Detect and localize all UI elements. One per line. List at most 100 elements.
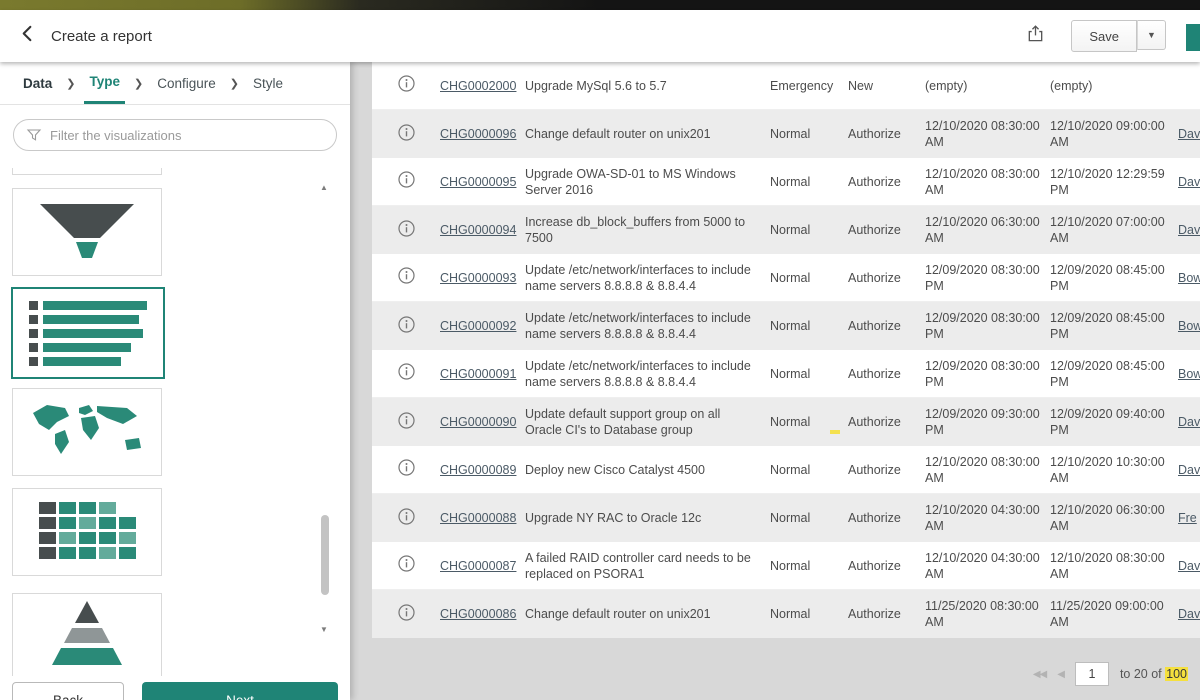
tab-data[interactable]: Data: [18, 62, 57, 104]
change-number-link[interactable]: CHG0002000: [440, 78, 525, 94]
tab-style[interactable]: Style: [248, 62, 288, 104]
planned-end-cell: 12/10/2020 12:29:59 PM: [1050, 166, 1178, 198]
row-info-button[interactable]: [398, 316, 415, 337]
row-info-button[interactable]: [398, 412, 415, 433]
chevron-down-icon: ▼: [1147, 30, 1156, 40]
table-row: CHG0000086 Change default router on unix…: [372, 590, 1200, 638]
info-circle-icon: [398, 604, 415, 625]
wizard-footer: Back Next: [0, 676, 350, 700]
row-info-button[interactable]: [398, 171, 415, 192]
export-icon: [1026, 24, 1045, 48]
visualization-filter: [13, 119, 337, 151]
row-info-button[interactable]: [398, 555, 415, 576]
scrollbar-thumb[interactable]: [321, 515, 329, 595]
assignee-link[interactable]: Dav: [1178, 462, 1200, 478]
change-number-link[interactable]: CHG0000095: [440, 174, 525, 190]
cut-off-action-button[interactable]: [1186, 24, 1200, 51]
short-description-cell: Upgrade MySql 5.6 to 5.7: [525, 78, 770, 94]
planned-end-cell: 11/25/2020 09:00:00 AM: [1050, 598, 1178, 630]
row-info-button[interactable]: [398, 604, 415, 625]
assignee-link[interactable]: Dav: [1178, 174, 1200, 190]
viz-thumb-funnel[interactable]: [12, 188, 162, 276]
change-number-link[interactable]: CHG0000089: [440, 462, 525, 478]
change-number-link[interactable]: CHG0000090: [440, 414, 525, 430]
table-row: CHG0000094 Increase db_block_buffers fro…: [372, 206, 1200, 254]
share-button[interactable]: [1026, 24, 1045, 48]
tab-type[interactable]: Type: [84, 62, 125, 104]
row-info-button[interactable]: [398, 459, 415, 480]
assignee-link[interactable]: Dav: [1178, 414, 1200, 430]
priority-cell: Emergency: [770, 78, 848, 94]
viz-thumb-bar-list[interactable]: [11, 287, 165, 379]
viz-thumb-world-map[interactable]: [12, 388, 162, 476]
row-info-button[interactable]: [398, 508, 415, 529]
state-cell: Authorize: [848, 414, 925, 430]
viz-thumb-pyramid[interactable]: [12, 593, 162, 676]
pagination-range-label: to 20 of: [1120, 667, 1162, 681]
assignee-link[interactable]: Bow: [1178, 270, 1200, 286]
short-description-cell: Update /etc/network/interfaces to includ…: [525, 310, 770, 342]
assignee-link[interactable]: Dav: [1178, 222, 1200, 238]
viz-thumb-partial[interactable]: [12, 168, 162, 175]
change-number-link[interactable]: CHG0000091: [440, 366, 525, 382]
state-cell: Authorize: [848, 606, 925, 622]
short-description-cell: Update /etc/network/interfaces to includ…: [525, 358, 770, 390]
assignee-link[interactable]: Bow: [1178, 366, 1200, 382]
assignee-link[interactable]: Dav: [1178, 126, 1200, 142]
change-number-link[interactable]: CHG0000092: [440, 318, 525, 334]
row-info-button[interactable]: [398, 75, 415, 96]
chevron-right-icon: ❯: [230, 77, 239, 90]
save-button[interactable]: Save: [1071, 20, 1137, 52]
priority-cell: Normal: [770, 270, 848, 286]
first-page-button[interactable]: ◀◀: [1033, 669, 1046, 680]
priority-cell: Normal: [770, 414, 848, 430]
change-number-link[interactable]: CHG0000086: [440, 606, 525, 622]
filter-visualizations-input[interactable]: [13, 119, 337, 151]
info-circle-icon: [398, 316, 415, 337]
visualization-list: [0, 168, 350, 676]
change-number-link[interactable]: CHG0000096: [440, 126, 525, 142]
assignee-link[interactable]: Bow: [1178, 318, 1200, 334]
scroll-up-button[interactable]: ▲: [318, 182, 330, 194]
table-row: CHG0000090 Update default support group …: [372, 398, 1200, 446]
planned-end-cell: (empty): [1050, 78, 1178, 94]
row-info-button[interactable]: [398, 124, 415, 145]
table-row: CHG0000093 Update /etc/network/interface…: [372, 254, 1200, 302]
assignee-link[interactable]: Dav: [1178, 606, 1200, 622]
priority-cell: Normal: [770, 222, 848, 238]
priority-cell: Normal: [770, 126, 848, 142]
tab-configure[interactable]: Configure: [152, 62, 221, 104]
change-number-link[interactable]: CHG0000088: [440, 510, 525, 526]
info-circle-icon: [398, 124, 415, 145]
back-step-button[interactable]: Back: [12, 682, 124, 700]
next-step-button[interactable]: Next: [142, 682, 338, 700]
planned-end-cell: 12/10/2020 06:30:00 AM: [1050, 502, 1178, 534]
scroll-down-button[interactable]: ▼: [318, 624, 330, 636]
viz-thumb-heatmap[interactable]: [12, 488, 162, 576]
report-type-panel: Data ❯ Type ❯ Configure ❯ Style: [0, 62, 350, 700]
save-dropdown-button[interactable]: ▼: [1137, 20, 1166, 50]
row-info-button[interactable]: [398, 267, 415, 288]
change-number-link[interactable]: CHG0000094: [440, 222, 525, 238]
change-number-link[interactable]: CHG0000087: [440, 558, 525, 574]
short-description-cell: Update /etc/network/interfaces to includ…: [525, 262, 770, 294]
pyramid-chart-icon: [27, 595, 147, 677]
table-row: CHG0000087 A failed RAID controller card…: [372, 542, 1200, 590]
prev-page-button[interactable]: ◀: [1057, 669, 1064, 680]
planned-end-cell: 12/09/2020 08:45:00 PM: [1050, 262, 1178, 294]
assignee-link[interactable]: Fre: [1178, 510, 1200, 526]
pagination-range: to 20 of 100: [1120, 667, 1188, 681]
row-info-button[interactable]: [398, 363, 415, 384]
planned-start-cell: 11/25/2020 08:30:00 AM: [925, 598, 1050, 630]
change-number-link[interactable]: CHG0000093: [440, 270, 525, 286]
table-row: CHG0000092 Update /etc/network/interface…: [372, 302, 1200, 350]
state-cell: Authorize: [848, 318, 925, 334]
back-button[interactable]: [18, 24, 37, 48]
page-number-input[interactable]: [1075, 662, 1109, 686]
info-circle-icon: [398, 459, 415, 480]
row-info-button[interactable]: [398, 220, 415, 241]
info-circle-icon: [398, 412, 415, 433]
assignee-link[interactable]: Dav: [1178, 558, 1200, 574]
state-cell: Authorize: [848, 222, 925, 238]
info-circle-icon: [398, 220, 415, 241]
